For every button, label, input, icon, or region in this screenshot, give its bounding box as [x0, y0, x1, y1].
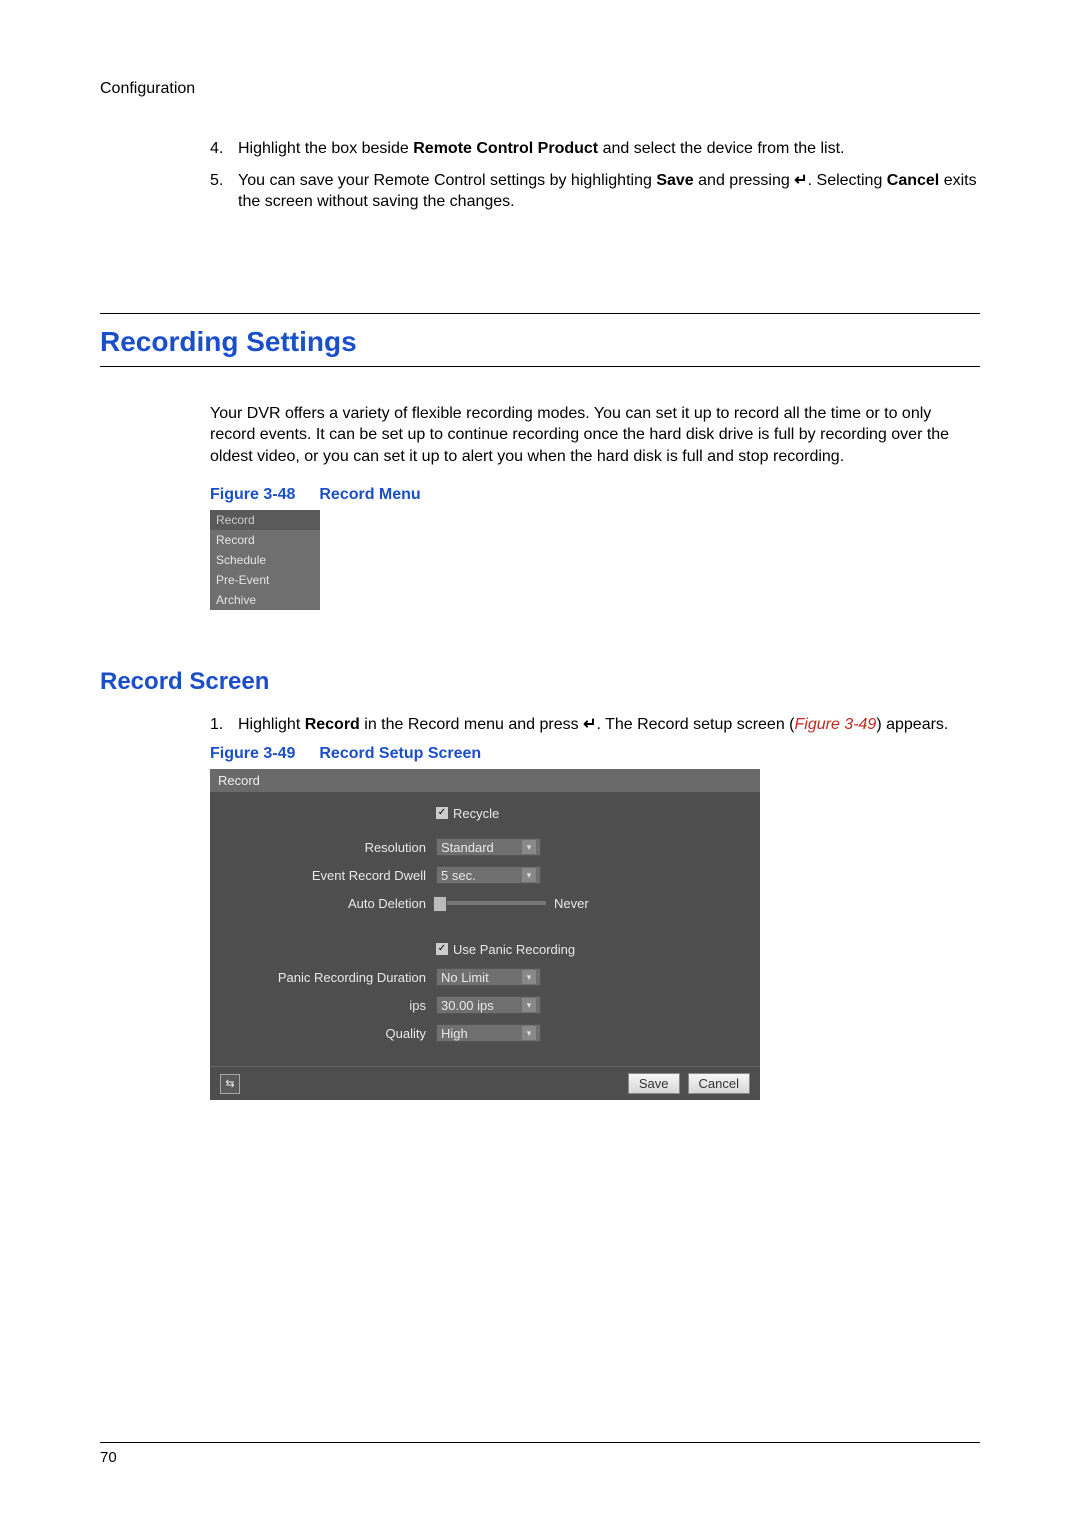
figure-48-caption: Figure 3-48 Record Menu [210, 486, 980, 504]
panic-duration-label: Panic Recording Duration [226, 970, 436, 985]
section-title: Recording Settings [100, 326, 980, 358]
enter-icon: ↵ [794, 172, 807, 189]
step-4: 4. Highlight the box beside Remote Contr… [210, 138, 980, 213]
step-4-pre: Highlight the box beside [238, 140, 413, 157]
rs-step1-num: 1. [210, 714, 238, 736]
figure-48-label: Figure 3-48 [210, 486, 295, 503]
figure-49-label: Figure 3-49 [210, 745, 295, 762]
use-panic-label: Use Panic Recording [453, 942, 575, 957]
chevron-down-icon: ▾ [522, 868, 536, 882]
figure-48-title: Record Menu [319, 486, 420, 503]
step-4-bold: Remote Control Product [413, 140, 598, 157]
setup-title: Record [210, 769, 760, 792]
record-menu-title: Record [210, 510, 320, 530]
checkmark-icon: ✓ [436, 943, 448, 955]
record-menu-item-archive[interactable]: Archive [210, 590, 320, 610]
rs-step1-pre: Highlight [238, 716, 305, 733]
record-menu-item-record[interactable]: Record [210, 530, 320, 550]
ips-dropdown[interactable]: 30.00 ips ▾ [436, 996, 541, 1014]
step-5-mid2: . Selecting [808, 172, 887, 189]
panic-duration-value: No Limit [441, 970, 489, 985]
figure-49-caption: Figure 3-49 Record Setup Screen [210, 745, 980, 763]
chevron-down-icon: ▾ [522, 970, 536, 984]
event-dwell-label: Event Record Dwell [226, 868, 436, 883]
record-menu-item-schedule[interactable]: Schedule [210, 550, 320, 570]
quality-value: High [441, 1026, 468, 1041]
step-5-bold2: Cancel [887, 172, 939, 189]
step-4-num: 4. [210, 138, 238, 160]
enter-icon: ↵ [583, 716, 596, 733]
step-4-text: Highlight the box beside Remote Control … [238, 138, 980, 160]
quality-label: Quality [226, 1026, 436, 1041]
chevron-down-icon: ▾ [522, 840, 536, 854]
resolution-label: Resolution [226, 840, 436, 855]
intro-paragraph: Your DVR offers a variety of flexible re… [210, 403, 980, 468]
recycle-label: Recycle [453, 806, 499, 821]
step-5-bold1: Save [656, 172, 693, 189]
layout-icon[interactable]: ⇆ [220, 1074, 240, 1094]
auto-deletion-slider[interactable] [436, 901, 546, 905]
rs-step1-mid2: . The Record setup screen ( [596, 716, 794, 733]
resolution-value: Standard [441, 840, 494, 855]
subsection-title: Record Screen [100, 668, 980, 696]
ips-label: ips [226, 998, 436, 1013]
figure-49-title: Record Setup Screen [319, 745, 481, 762]
record-menu: Record Record Schedule Pre-Event Archive [210, 510, 320, 610]
page-number: 70 [100, 1449, 980, 1466]
rs-step1-post: ) appears. [876, 716, 948, 733]
event-dwell-value: 5 sec. [441, 868, 476, 883]
rs-step1-bold: Record [305, 716, 360, 733]
checkmark-icon: ✓ [436, 807, 448, 819]
step-5-mid1: and pressing [694, 172, 795, 189]
section-rule-top [100, 313, 980, 314]
record-screen-step-1: 1. Highlight Record in the Record menu a… [210, 714, 980, 736]
breadcrumb: Configuration [100, 80, 980, 98]
rs-step1-figref: Figure 3-49 [795, 716, 877, 733]
resolution-dropdown[interactable]: Standard ▾ [436, 838, 541, 856]
chevron-down-icon: ▾ [522, 998, 536, 1012]
record-menu-item-preevent[interactable]: Pre-Event [210, 570, 320, 590]
panic-duration-dropdown[interactable]: No Limit ▾ [436, 968, 541, 986]
recycle-checkbox[interactable]: ✓ Recycle [436, 806, 499, 821]
auto-deletion-never: Never [554, 896, 589, 911]
cancel-button[interactable]: Cancel [688, 1073, 750, 1094]
step-5-num: 5. [210, 170, 238, 213]
rs-step1-text: Highlight Record in the Record menu and … [238, 714, 980, 736]
step-5-text: You can save your Remote Control setting… [238, 170, 980, 213]
step-4-post: and select the device from the list. [598, 140, 844, 157]
quality-dropdown[interactable]: High ▾ [436, 1024, 541, 1042]
slider-knob[interactable] [433, 896, 447, 912]
step-5-pre: You can save your Remote Control setting… [238, 172, 656, 189]
auto-deletion-label: Auto Deletion [226, 896, 436, 911]
save-button[interactable]: Save [628, 1073, 680, 1094]
page-footer: 70 [100, 1434, 980, 1466]
rs-step1-mid: in the Record menu and press [360, 716, 583, 733]
event-dwell-dropdown[interactable]: 5 sec. ▾ [436, 866, 541, 884]
footer-rule [100, 1442, 980, 1443]
ips-value: 30.00 ips [441, 998, 494, 1013]
use-panic-checkbox[interactable]: ✓ Use Panic Recording [436, 942, 575, 957]
record-setup-screen: Record ✓ Recycle Resolution Standard ▾ E… [210, 769, 760, 1100]
chevron-down-icon: ▾ [522, 1026, 536, 1040]
